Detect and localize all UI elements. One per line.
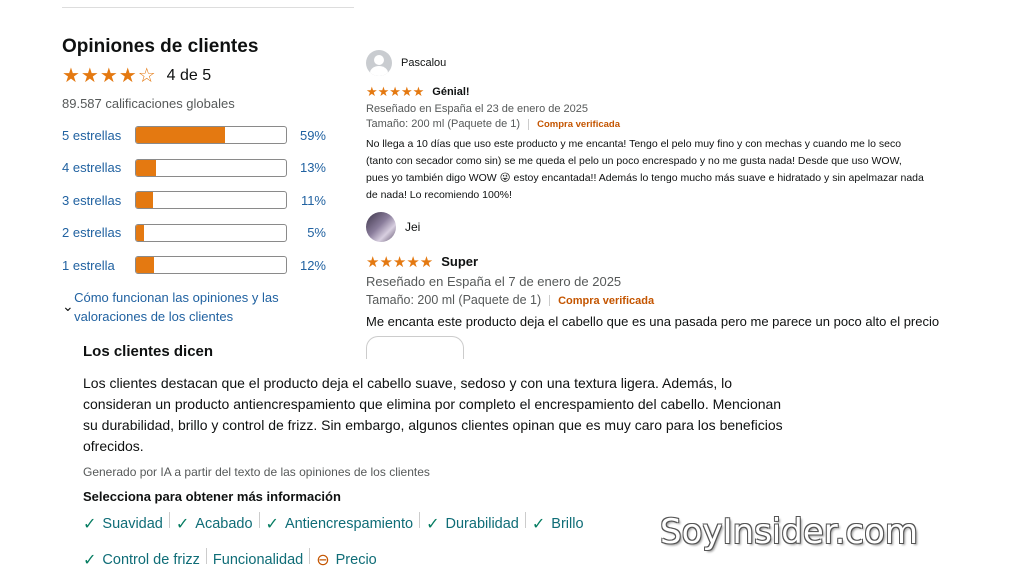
separator xyxy=(309,548,311,564)
verified-badge: Compra verificada xyxy=(558,295,655,307)
avatar xyxy=(366,50,392,76)
histogram-fill xyxy=(136,224,144,241)
histogram-percent[interactable]: 5% xyxy=(286,225,326,240)
how-reviews-work-text[interactable]: Cómo funcionan las opiniones y las valor… xyxy=(74,288,352,326)
review-variant-line: Tamaño: 200 ml (Paquete de 1) Compra veri… xyxy=(366,293,986,307)
histogram-row-5[interactable]: 5 estrellas 59% xyxy=(62,125,352,145)
check-icon: ✓ xyxy=(265,516,279,533)
aspect-label[interactable]: Precio xyxy=(336,552,377,568)
histogram-percent[interactable]: 12% xyxy=(286,258,326,273)
review-title-line[interactable]: ★★★★★ Génial! xyxy=(366,84,946,100)
separator xyxy=(528,118,530,130)
separator xyxy=(524,512,526,528)
reviewer[interactable]: Pascalou xyxy=(366,50,946,76)
separator xyxy=(205,548,207,564)
reviewer[interactable]: Jei xyxy=(366,212,986,242)
aspect-chip[interactable]: ✓ Acabado xyxy=(176,512,253,536)
review-body: No llega a 10 días que uso este producto… xyxy=(366,138,924,201)
aspect-label[interactable]: Control de frizz xyxy=(102,552,200,568)
separator xyxy=(258,512,260,528)
aspect-label[interactable]: Brillo xyxy=(551,516,583,532)
aspect-chip[interactable]: ✓ Control de frizz xyxy=(83,548,200,572)
histogram-row-4[interactable]: 4 estrellas 13% xyxy=(62,158,352,178)
chevron-down-icon: ⌄ xyxy=(62,297,74,314)
histogram-percent[interactable]: 13% xyxy=(286,160,326,175)
histogram-fill xyxy=(136,257,154,273)
review-variant-line: Tamaño: 200 ml (Paquete de 1) Compra veri… xyxy=(366,118,946,130)
customers-say-title: Los clientes dicen xyxy=(83,343,214,360)
aspect-chip[interactable]: ✓ Suavidad xyxy=(83,512,163,536)
histogram-bar[interactable] xyxy=(135,158,287,177)
top-divider xyxy=(62,7,354,8)
histogram-label[interactable]: 3 estrellas xyxy=(62,193,134,208)
review-card: Jei ★★★★★ Super Reseñado en España el 7 … xyxy=(366,212,986,331)
check-icon: ✓ xyxy=(531,516,546,533)
ai-generated-note: Generado por IA a partir del texto de la… xyxy=(83,465,430,479)
overall-rating[interactable]: ★★★★☆ 4 de 5 xyxy=(62,64,352,88)
review-date: Reseñado en España el 23 de enero de 202… xyxy=(366,103,589,115)
histogram-label[interactable]: 5 estrellas xyxy=(62,128,134,143)
star-rating-icon: ★★★★★ xyxy=(366,253,434,271)
check-icon: ✓ xyxy=(175,516,190,533)
aspect-label[interactable]: Durabilidad xyxy=(446,516,519,532)
histogram-bar[interactable] xyxy=(135,256,287,274)
how-reviews-work-link[interactable]: ⌄ Cómo funcionan las opiniones y las val… xyxy=(62,288,352,326)
select-aspect-label: Selecciona para obtener más información xyxy=(83,489,341,504)
histogram-percent[interactable]: 11% xyxy=(286,193,326,208)
histogram-label[interactable]: 2 estrellas xyxy=(62,225,134,240)
histogram-row-3[interactable]: 3 estrellas 11% xyxy=(62,190,352,210)
histogram-label[interactable]: 4 estrellas xyxy=(62,160,134,175)
aspect-label[interactable]: Antiencrespamiento xyxy=(285,516,413,532)
avatar xyxy=(366,212,396,242)
overall-rating-text: 4 de 5 xyxy=(166,67,212,84)
histogram-fill xyxy=(136,127,225,143)
histogram-row-2[interactable]: 2 estrellas 5% xyxy=(62,223,352,243)
customers-say-summary: Los clientes destacan que el producto de… xyxy=(83,375,783,454)
reviewer-name[interactable]: Pascalou xyxy=(401,57,446,69)
histogram-fill xyxy=(136,192,153,208)
aspect-chip[interactable]: ✓ Antiencrespamiento xyxy=(266,512,414,536)
star-rating-icon: ★★★★★ xyxy=(366,84,425,99)
separator xyxy=(419,512,421,528)
minus-circle-icon: ⊖ xyxy=(316,552,330,569)
review-card: Pascalou ★★★★★ Génial! Reseñado en Españ… xyxy=(366,50,946,204)
histogram-bar[interactable] xyxy=(135,191,287,209)
total-ratings: 89.587 calificaciones globales xyxy=(62,96,235,111)
ratings-summary: Opiniones de clientes ★★★★☆ 4 de 5 89.58… xyxy=(62,36,352,326)
rating-histogram: 5 estrellas 59% 4 estrellas 13% 3 estrel… xyxy=(62,125,352,275)
separator xyxy=(549,295,551,307)
histogram-fill xyxy=(136,159,156,176)
ratings-title: Opiniones de clientes xyxy=(62,36,259,57)
aspect-chip[interactable]: ✓ Brillo xyxy=(532,512,584,536)
check-icon: ✓ xyxy=(83,552,97,569)
aspect-chip[interactable]: ✓ Durabilidad xyxy=(426,512,519,536)
watermark: SoyInsider.com xyxy=(660,512,919,552)
review-title[interactable]: Super xyxy=(441,254,478,269)
histogram-bar[interactable] xyxy=(135,126,287,144)
separator xyxy=(168,512,170,528)
check-icon: ✓ xyxy=(426,516,440,533)
aspect-label[interactable]: Funcionalidad xyxy=(213,552,303,568)
reviewer-name[interactable]: Jei xyxy=(405,220,420,234)
aspect-chip[interactable]: Funcionalidad xyxy=(213,548,303,572)
histogram-row-1[interactable]: 1 estrella 12% xyxy=(62,255,352,275)
histogram-bar[interactable] xyxy=(135,223,287,242)
histogram-label[interactable]: 1 estrella xyxy=(62,258,134,273)
review-variant: Tamaño: 200 ml (Paquete de 1) xyxy=(366,118,521,130)
star-rating-icon: ★★★★☆ xyxy=(62,65,157,87)
check-icon: ✓ xyxy=(83,516,97,533)
aspect-chip[interactable]: ⊖ Precio xyxy=(316,548,377,572)
review-variant: Tamaño: 200 ml (Paquete de 1) xyxy=(366,293,542,307)
review-body: Me encanta este producto deja el cabello… xyxy=(366,314,940,329)
aspect-label[interactable]: Acabado xyxy=(195,516,252,532)
aspect-label[interactable]: Suavidad xyxy=(102,516,162,532)
histogram-percent[interactable]: 59% xyxy=(286,128,326,143)
verified-badge: Compra verificada xyxy=(537,119,620,130)
review-title[interactable]: Génial! xyxy=(432,86,469,98)
review-title-line[interactable]: ★★★★★ Super xyxy=(366,253,986,271)
review-date: Reseñado en España el 7 de enero de 2025 xyxy=(366,274,622,289)
